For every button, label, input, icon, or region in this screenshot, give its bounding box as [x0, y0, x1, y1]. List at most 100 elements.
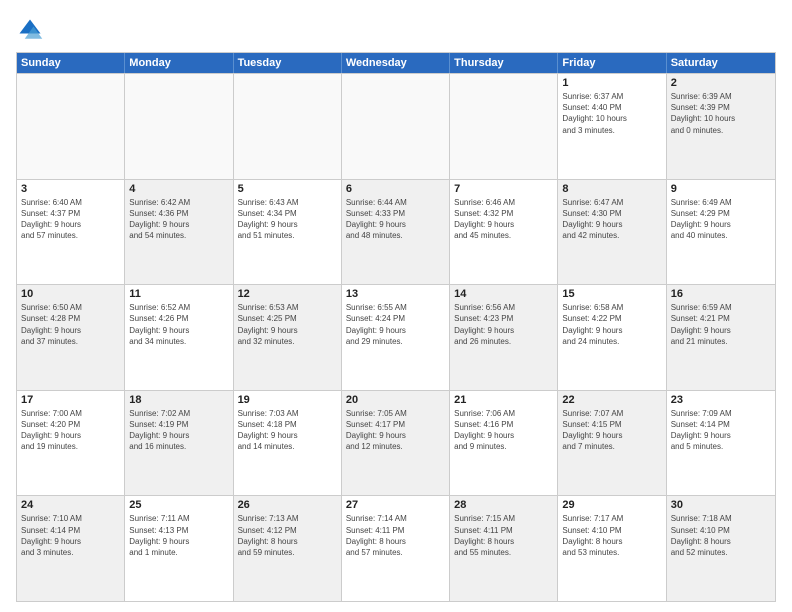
day-cell-19: 19 Sunrise: 7:03 AM Sunset: 4:18 PM Dayli… — [234, 391, 342, 496]
day-number: 20 — [346, 394, 445, 406]
header-day-sunday: Sunday — [17, 53, 125, 73]
day-number: 17 — [21, 394, 120, 406]
day-cell-29: 29Sunrise: 7:17 AM Sunset: 4:10 PM Dayli… — [558, 496, 666, 601]
day-cell-5: 5 Sunrise: 6:43 AM Sunset: 4:34 PM Daylig… — [234, 180, 342, 285]
day-cell-8: 8 Sunrise: 6:47 AM Sunset: 4:30 PM Daylig… — [558, 180, 666, 285]
day-number: 26 — [238, 499, 337, 511]
day-cell-13: 13Sunrise: 6:55 AM Sunset: 4:24 PM Dayli… — [342, 285, 450, 390]
day-info: Sunrise: 7:00 AM Sunset: 4:20 PM Dayligh… — [21, 408, 120, 453]
calendar-week-1: 1 Sunrise: 6:37 AM Sunset: 4:40 PM Daylig… — [17, 73, 775, 179]
day-info: Sunrise: 7:10 AM Sunset: 4:14 PM Dayligh… — [21, 513, 120, 558]
day-info: Sunrise: 6:53 AM Sunset: 4:25 PM Dayligh… — [238, 302, 337, 347]
day-info: Sunrise: 7:07 AM Sunset: 4:15 PM Dayligh… — [562, 408, 661, 453]
day-cell-25: 25 Sunrise: 7:11 AM Sunset: 4:13 PM Dayli… — [125, 496, 233, 601]
day-cell-27: 27 Sunrise: 7:14 AM Sunset: 4:11 PM Dayli… — [342, 496, 450, 601]
day-cell-10: 10 Sunrise: 6:50 AM Sunset: 4:28 PM Dayli… — [17, 285, 125, 390]
header-day-friday: Friday — [558, 53, 666, 73]
day-cell-14: 14Sunrise: 6:56 AM Sunset: 4:23 PM Dayli… — [450, 285, 558, 390]
empty-cell — [17, 74, 125, 179]
day-cell-2: 2 Sunrise: 6:39 AM Sunset: 4:39 PM Daylig… — [667, 74, 775, 179]
day-info: Sunrise: 6:44 AM Sunset: 4:33 PM Dayligh… — [346, 197, 445, 242]
day-number: 11 — [129, 288, 228, 300]
day-number: 15 — [562, 288, 661, 300]
day-number: 5 — [238, 183, 337, 195]
day-cell-9: 9Sunrise: 6:49 AM Sunset: 4:29 PM Daylig… — [667, 180, 775, 285]
day-cell-4: 4 Sunrise: 6:42 AM Sunset: 4:36 PM Daylig… — [125, 180, 233, 285]
day-info: Sunrise: 7:15 AM Sunset: 4:11 PM Dayligh… — [454, 513, 553, 558]
empty-cell — [450, 74, 558, 179]
day-number: 16 — [671, 288, 771, 300]
day-info: Sunrise: 6:50 AM Sunset: 4:28 PM Dayligh… — [21, 302, 120, 347]
day-number: 9 — [671, 183, 771, 195]
logo-icon — [16, 16, 44, 44]
day-info: Sunrise: 6:58 AM Sunset: 4:22 PM Dayligh… — [562, 302, 661, 347]
day-number: 30 — [671, 499, 771, 511]
day-number: 18 — [129, 394, 228, 406]
day-cell-24: 24Sunrise: 7:10 AM Sunset: 4:14 PM Dayli… — [17, 496, 125, 601]
day-number: 19 — [238, 394, 337, 406]
day-number: 1 — [562, 77, 661, 89]
day-cell-15: 15 Sunrise: 6:58 AM Sunset: 4:22 PM Dayli… — [558, 285, 666, 390]
day-info: Sunrise: 7:03 AM Sunset: 4:18 PM Dayligh… — [238, 408, 337, 453]
day-number: 8 — [562, 183, 661, 195]
day-cell-11: 11 Sunrise: 6:52 AM Sunset: 4:26 PM Dayli… — [125, 285, 233, 390]
day-info: Sunrise: 7:02 AM Sunset: 4:19 PM Dayligh… — [129, 408, 228, 453]
day-info: Sunrise: 6:37 AM Sunset: 4:40 PM Dayligh… — [562, 91, 661, 136]
day-info: Sunrise: 7:17 AM Sunset: 4:10 PM Dayligh… — [562, 513, 661, 558]
day-cell-3: 3 Sunrise: 6:40 AM Sunset: 4:37 PM Daylig… — [17, 180, 125, 285]
day-info: Sunrise: 6:42 AM Sunset: 4:36 PM Dayligh… — [129, 197, 228, 242]
day-info: Sunrise: 7:14 AM Sunset: 4:11 PM Dayligh… — [346, 513, 445, 558]
day-info: Sunrise: 6:39 AM Sunset: 4:39 PM Dayligh… — [671, 91, 771, 136]
day-info: Sunrise: 6:40 AM Sunset: 4:37 PM Dayligh… — [21, 197, 120, 242]
day-cell-17: 17 Sunrise: 7:00 AM Sunset: 4:20 PM Dayli… — [17, 391, 125, 496]
day-number: 3 — [21, 183, 120, 195]
header-day-saturday: Saturday — [667, 53, 775, 73]
day-number: 22 — [562, 394, 661, 406]
header — [16, 16, 776, 44]
day-number: 2 — [671, 77, 771, 89]
day-number: 27 — [346, 499, 445, 511]
calendar-week-4: 17 Sunrise: 7:00 AM Sunset: 4:20 PM Dayli… — [17, 390, 775, 496]
day-info: Sunrise: 7:11 AM Sunset: 4:13 PM Dayligh… — [129, 513, 228, 558]
calendar-body: 1 Sunrise: 6:37 AM Sunset: 4:40 PM Daylig… — [17, 73, 775, 601]
day-number: 23 — [671, 394, 771, 406]
day-cell-6: 6 Sunrise: 6:44 AM Sunset: 4:33 PM Daylig… — [342, 180, 450, 285]
day-info: Sunrise: 6:47 AM Sunset: 4:30 PM Dayligh… — [562, 197, 661, 242]
day-number: 6 — [346, 183, 445, 195]
day-info: Sunrise: 7:06 AM Sunset: 4:16 PM Dayligh… — [454, 408, 553, 453]
calendar-header: SundayMondayTuesdayWednesdayThursdayFrid… — [17, 53, 775, 73]
day-info: Sunrise: 6:52 AM Sunset: 4:26 PM Dayligh… — [129, 302, 228, 347]
header-day-thursday: Thursday — [450, 53, 558, 73]
empty-cell — [234, 74, 342, 179]
day-number: 13 — [346, 288, 445, 300]
day-cell-23: 23Sunrise: 7:09 AM Sunset: 4:14 PM Dayli… — [667, 391, 775, 496]
day-number: 7 — [454, 183, 553, 195]
day-cell-7: 7 Sunrise: 6:46 AM Sunset: 4:32 PM Daylig… — [450, 180, 558, 285]
day-info: Sunrise: 6:59 AM Sunset: 4:21 PM Dayligh… — [671, 302, 771, 347]
day-cell-21: 21 Sunrise: 7:06 AM Sunset: 4:16 PM Dayli… — [450, 391, 558, 496]
day-number: 10 — [21, 288, 120, 300]
day-number: 21 — [454, 394, 553, 406]
day-info: Sunrise: 7:13 AM Sunset: 4:12 PM Dayligh… — [238, 513, 337, 558]
logo — [16, 16, 48, 44]
day-info: Sunrise: 7:05 AM Sunset: 4:17 PM Dayligh… — [346, 408, 445, 453]
day-info: Sunrise: 6:46 AM Sunset: 4:32 PM Dayligh… — [454, 197, 553, 242]
day-number: 4 — [129, 183, 228, 195]
calendar-week-2: 3 Sunrise: 6:40 AM Sunset: 4:37 PM Daylig… — [17, 179, 775, 285]
calendar-week-5: 24Sunrise: 7:10 AM Sunset: 4:14 PM Dayli… — [17, 495, 775, 601]
day-cell-12: 12 Sunrise: 6:53 AM Sunset: 4:25 PM Dayli… — [234, 285, 342, 390]
day-number: 12 — [238, 288, 337, 300]
empty-cell — [125, 74, 233, 179]
day-number: 25 — [129, 499, 228, 511]
day-info: Sunrise: 6:56 AM Sunset: 4:23 PM Dayligh… — [454, 302, 553, 347]
day-cell-26: 26 Sunrise: 7:13 AM Sunset: 4:12 PM Dayli… — [234, 496, 342, 601]
day-cell-18: 18 Sunrise: 7:02 AM Sunset: 4:19 PM Dayli… — [125, 391, 233, 496]
empty-cell — [342, 74, 450, 179]
header-day-monday: Monday — [125, 53, 233, 73]
day-info: Sunrise: 6:43 AM Sunset: 4:34 PM Dayligh… — [238, 197, 337, 242]
day-number: 28 — [454, 499, 553, 511]
day-cell-16: 16 Sunrise: 6:59 AM Sunset: 4:21 PM Dayli… — [667, 285, 775, 390]
day-info: Sunrise: 7:18 AM Sunset: 4:10 PM Dayligh… — [671, 513, 771, 558]
day-cell-28: 28 Sunrise: 7:15 AM Sunset: 4:11 PM Dayli… — [450, 496, 558, 601]
calendar-week-3: 10 Sunrise: 6:50 AM Sunset: 4:28 PM Dayli… — [17, 284, 775, 390]
